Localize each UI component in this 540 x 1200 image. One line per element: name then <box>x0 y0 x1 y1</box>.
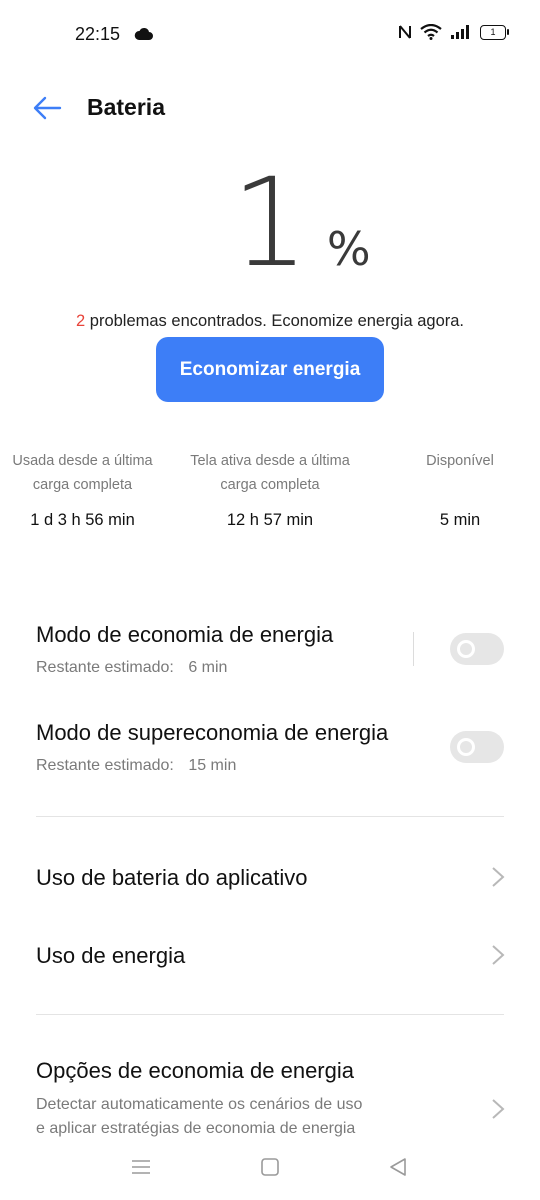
stat-label: carga completa <box>220 477 320 493</box>
save-energy-button[interactable]: Economizar energia <box>156 337 384 402</box>
energy-usage-label: Uso de energia <box>36 943 186 968</box>
energy-usage-row[interactable]: Uso de energia <box>0 923 540 987</box>
section-divider <box>36 816 504 817</box>
section-divider <box>36 1014 504 1015</box>
estimate-value: 6 min <box>188 659 228 676</box>
stat-value: 5 min <box>439 511 481 529</box>
battery-percentage: 1 % <box>0 162 540 284</box>
signal-icon <box>451 25 469 39</box>
home-icon[interactable] <box>260 1157 280 1177</box>
battery-value: 1 <box>231 152 309 294</box>
stat-label: carga completa <box>32 477 133 493</box>
stat-label: Tela ativa desde a última <box>190 453 350 469</box>
stat-used-since-charge: Usada desde a última carga completa <box>0 449 165 497</box>
energy-saving-options-row[interactable]: Opções de economia de energia Detectar a… <box>0 1045 540 1140</box>
app-battery-usage-row[interactable]: Uso de bateria do aplicativo <box>0 845 540 909</box>
problems-text: problemas encontrados. Economize energia… <box>85 312 464 330</box>
page-title: Bateria <box>87 94 165 120</box>
navigation-bar <box>0 1140 540 1200</box>
stat-value: 12 h 57 min <box>226 511 314 529</box>
stat-label: Disponível <box>426 453 494 469</box>
stat-available: Disponível <box>390 449 530 473</box>
toggle-knob <box>457 640 475 658</box>
energy-saving-options-title: Opções de economia de energia <box>36 1058 354 1083</box>
super-power-saving-mode-title: Modo de supereconomia de energia <box>36 720 389 745</box>
percent-sign: % <box>326 222 371 276</box>
power-saving-mode-title: Modo de economia de energia <box>36 622 334 647</box>
toggle-knob <box>457 738 475 756</box>
battery-icon: 1 <box>480 24 509 40</box>
back-triangle-icon[interactable] <box>388 1157 408 1177</box>
problems-message[interactable]: 2 problemas encontrados. Economize energ… <box>0 312 540 331</box>
power-saving-mode-toggle[interactable] <box>450 633 504 665</box>
cloud-icon <box>134 27 153 40</box>
estimate-label: Restante estimado: <box>36 659 174 676</box>
chevron-right-icon <box>492 867 505 887</box>
status-time: 22:15 <box>75 24 121 44</box>
estimate-value: 15 min <box>188 757 237 774</box>
wifi-icon <box>420 24 442 40</box>
super-power-saving-mode-toggle[interactable] <box>450 731 504 763</box>
stat-value: 1 d 3 h 56 min <box>30 511 135 529</box>
desc-line: e aplicar estratégias de economia de ene… <box>36 1120 356 1137</box>
arrow-left-icon[interactable] <box>32 95 62 121</box>
desc-line: Detectar automaticamente os cenários de … <box>36 1096 363 1113</box>
chevron-right-icon <box>492 1099 505 1119</box>
divider <box>413 632 414 666</box>
estimate-label: Restante estimado: <box>36 757 174 774</box>
power-saving-mode-estimate: Restante estimado: 6 min <box>36 659 227 677</box>
super-power-saving-mode-estimate: Restante estimado: 15 min <box>36 757 236 775</box>
stat-label: Usada desde a última <box>12 453 153 469</box>
stat-screen-on-since-charge: Tela ativa desde a última carga completa <box>170 449 370 497</box>
status-icons: 1 <box>398 24 509 40</box>
app-battery-usage-label: Uso de bateria do aplicativo <box>36 865 308 890</box>
battery-level: 1 <box>490 27 496 37</box>
nfc-icon <box>399 25 411 39</box>
energy-saving-options-desc: Detectar automaticamente os cenários de … <box>36 1093 362 1140</box>
chevron-right-icon <box>492 945 505 965</box>
problems-count: 2 <box>76 312 86 330</box>
menu-icon[interactable] <box>131 1159 151 1175</box>
